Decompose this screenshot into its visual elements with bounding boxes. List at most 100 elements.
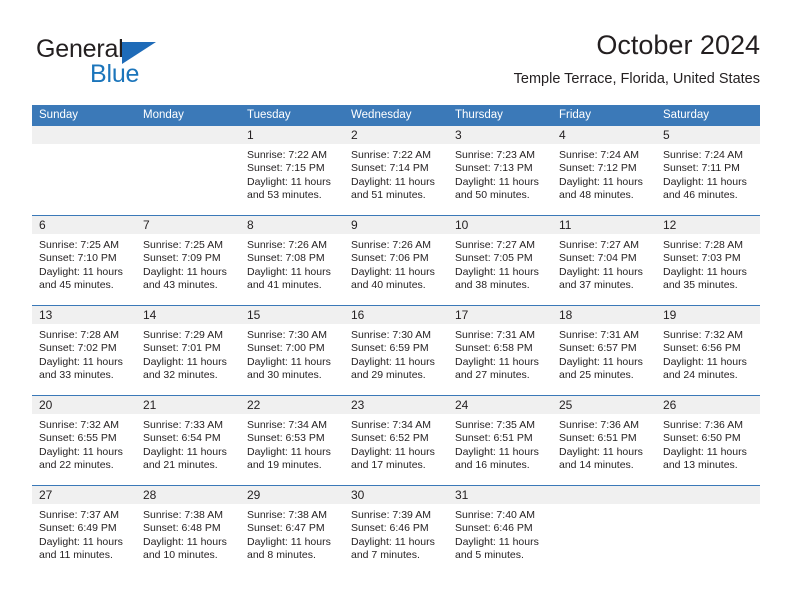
sunrise-text: Sunrise: 7:26 AM [247,239,327,251]
day-number-band: 15 [240,306,344,324]
day-cell[interactable]: 6 Sunrise: 7:25 AM Sunset: 7:10 PM Dayli… [32,216,136,305]
day-cell[interactable] [136,126,240,215]
day-cell[interactable]: 27 Sunrise: 7:37 AM Sunset: 6:49 PM Dayl… [32,486,136,575]
day-cell[interactable]: 28 Sunrise: 7:38 AM Sunset: 6:48 PM Dayl… [136,486,240,575]
sunrise-text: Sunrise: 7:30 AM [351,329,431,341]
day-cell[interactable]: 11 Sunrise: 7:27 AM Sunset: 7:04 PM Dayl… [552,216,656,305]
day-cell[interactable]: 9 Sunrise: 7:26 AM Sunset: 7:06 PM Dayli… [344,216,448,305]
week-row: 1 Sunrise: 7:22 AM Sunset: 7:15 PM Dayli… [32,126,760,215]
daylight-line1: Daylight: 11 hours [351,445,435,458]
sunrise-text: Sunrise: 7:31 AM [559,329,639,341]
day-number: 25 [559,398,573,412]
sunrise-text: Sunrise: 7:36 AM [559,419,639,431]
day-cell[interactable] [656,486,760,575]
sunrise-text: Sunrise: 7:28 AM [39,329,119,341]
day-number: 28 [143,488,157,502]
day-cell[interactable]: 22 Sunrise: 7:34 AM Sunset: 6:53 PM Dayl… [240,396,344,485]
day-cell[interactable]: 20 Sunrise: 7:32 AM Sunset: 6:55 PM Dayl… [32,396,136,485]
weekday-header-row: Sunday Monday Tuesday Wednesday Thursday… [32,105,760,126]
daylight-line1: Daylight: 11 hours [351,535,435,548]
day-number: 10 [455,218,469,232]
daylight-line2: and 38 minutes. [455,279,530,292]
sunset-text: Sunset: 6:55 PM [39,432,117,445]
daylight-line1: Daylight: 11 hours [39,535,123,548]
day-cell[interactable]: 12 Sunrise: 7:28 AM Sunset: 7:03 PM Dayl… [656,216,760,305]
daylight-line2: and 32 minutes. [143,369,218,382]
day-cell[interactable] [552,486,656,575]
sunset-text: Sunset: 6:49 PM [39,522,117,535]
sunrise-text: Sunrise: 7:24 AM [663,149,743,161]
day-info: Sunrise: 7:28 AM Sunset: 7:03 PM Dayligh… [656,234,760,293]
day-cell[interactable]: 17 Sunrise: 7:31 AM Sunset: 6:58 PM Dayl… [448,306,552,395]
day-cell[interactable]: 19 Sunrise: 7:32 AM Sunset: 6:56 PM Dayl… [656,306,760,395]
weekday-header-saturday: Saturday [663,109,710,121]
day-number-band: 12 [656,216,760,234]
day-number-band: 18 [552,306,656,324]
day-cell[interactable]: 24 Sunrise: 7:35 AM Sunset: 6:51 PM Dayl… [448,396,552,485]
sunset-text: Sunset: 6:50 PM [663,432,741,445]
week-row: 27 Sunrise: 7:37 AM Sunset: 6:49 PM Dayl… [32,485,760,575]
daylight-line2: and 45 minutes. [39,279,114,292]
day-number-band: 17 [448,306,552,324]
day-cell[interactable]: 2 Sunrise: 7:22 AM Sunset: 7:14 PM Dayli… [344,126,448,215]
day-cell[interactable]: 25 Sunrise: 7:36 AM Sunset: 6:51 PM Dayl… [552,396,656,485]
page-subtitle: Temple Terrace, Florida, United States [513,71,760,87]
sunset-text: Sunset: 6:46 PM [455,522,533,535]
day-info [552,504,656,509]
generalblue-logo[interactable]: General Blue [32,34,232,92]
title-block: October 2024 Temple Terrace, Florida, Un… [514,28,760,89]
day-cell[interactable]: 1 Sunrise: 7:22 AM Sunset: 7:15 PM Dayli… [240,126,344,215]
day-cell[interactable]: 7 Sunrise: 7:25 AM Sunset: 7:09 PM Dayli… [136,216,240,305]
daylight-line2: and 41 minutes. [247,279,322,292]
daylight-line2: and 43 minutes. [143,279,218,292]
day-cell[interactable]: 21 Sunrise: 7:33 AM Sunset: 6:54 PM Dayl… [136,396,240,485]
day-cell[interactable]: 16 Sunrise: 7:30 AM Sunset: 6:59 PM Dayl… [344,306,448,395]
day-number-band: 20 [32,396,136,414]
day-info: Sunrise: 7:31 AM Sunset: 6:58 PM Dayligh… [448,324,552,383]
daylight-line2: and 27 minutes. [455,369,530,382]
day-number: 1 [247,128,254,142]
day-info [656,504,760,509]
weekday-header-friday: Friday [559,109,591,121]
sunset-text: Sunset: 7:13 PM [455,162,533,175]
sunset-text: Sunset: 6:57 PM [559,342,637,355]
day-cell[interactable]: 8 Sunrise: 7:26 AM Sunset: 7:08 PM Dayli… [240,216,344,305]
sunrise-text: Sunrise: 7:32 AM [39,419,119,431]
day-cell[interactable]: 10 Sunrise: 7:27 AM Sunset: 7:05 PM Dayl… [448,216,552,305]
daylight-line1: Daylight: 11 hours [39,445,123,458]
day-info: Sunrise: 7:26 AM Sunset: 7:06 PM Dayligh… [344,234,448,293]
day-info: Sunrise: 7:30 AM Sunset: 6:59 PM Dayligh… [344,324,448,383]
day-cell[interactable]: 31 Sunrise: 7:40 AM Sunset: 6:46 PM Dayl… [448,486,552,575]
day-cell[interactable]: 18 Sunrise: 7:31 AM Sunset: 6:57 PM Dayl… [552,306,656,395]
sunrise-text: Sunrise: 7:25 AM [143,239,223,251]
day-cell[interactable]: 30 Sunrise: 7:39 AM Sunset: 6:46 PM Dayl… [344,486,448,575]
day-cell[interactable]: 15 Sunrise: 7:30 AM Sunset: 7:00 PM Dayl… [240,306,344,395]
day-info: Sunrise: 7:34 AM Sunset: 6:53 PM Dayligh… [240,414,344,473]
day-cell[interactable]: 13 Sunrise: 7:28 AM Sunset: 7:02 PM Dayl… [32,306,136,395]
day-number: 15 [247,308,261,322]
day-info [32,144,136,149]
day-cell[interactable] [32,126,136,215]
day-info: Sunrise: 7:22 AM Sunset: 7:15 PM Dayligh… [240,144,344,203]
day-info: Sunrise: 7:33 AM Sunset: 6:54 PM Dayligh… [136,414,240,473]
day-cell[interactable]: 26 Sunrise: 7:36 AM Sunset: 6:50 PM Dayl… [656,396,760,485]
day-cell[interactable]: 23 Sunrise: 7:34 AM Sunset: 6:52 PM Dayl… [344,396,448,485]
daylight-line2: and 19 minutes. [247,459,322,472]
day-cell[interactable]: 3 Sunrise: 7:23 AM Sunset: 7:13 PM Dayli… [448,126,552,215]
sunrise-text: Sunrise: 7:22 AM [247,149,327,161]
sunset-text: Sunset: 6:54 PM [143,432,221,445]
day-cell[interactable]: 14 Sunrise: 7:29 AM Sunset: 7:01 PM Dayl… [136,306,240,395]
day-cell[interactable]: 29 Sunrise: 7:38 AM Sunset: 6:47 PM Dayl… [240,486,344,575]
day-info: Sunrise: 7:25 AM Sunset: 7:10 PM Dayligh… [32,234,136,293]
day-number: 17 [455,308,469,322]
day-number-band [656,486,760,504]
sunset-text: Sunset: 7:00 PM [247,342,325,355]
page-title: October 2024 [596,30,760,60]
daylight-line2: and 46 minutes. [663,189,738,202]
sunrise-text: Sunrise: 7:23 AM [455,149,535,161]
day-cell[interactable]: 4 Sunrise: 7:24 AM Sunset: 7:12 PM Dayli… [552,126,656,215]
day-number-band: 29 [240,486,344,504]
day-cell[interactable]: 5 Sunrise: 7:24 AM Sunset: 7:11 PM Dayli… [656,126,760,215]
weekday-header-wednesday: Wednesday [351,109,412,121]
sunrise-text: Sunrise: 7:33 AM [143,419,223,431]
